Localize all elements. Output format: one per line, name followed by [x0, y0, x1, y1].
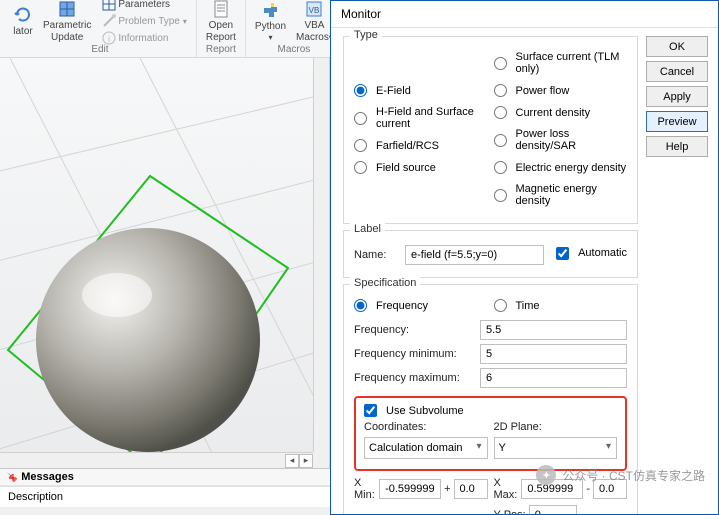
xmax-off-input[interactable] [593, 479, 627, 499]
spec-legend: Specification [350, 277, 420, 289]
scroll-right-icon[interactable]: ▸ [299, 454, 313, 468]
description-tab[interactable]: Description [0, 486, 330, 507]
python-icon [260, 0, 280, 20]
fmin-label: Frequency minimum: [354, 348, 474, 360]
radio-farfield[interactable]: Farfield/RCS [354, 139, 488, 152]
parameters-button[interactable]: Parameters [98, 0, 190, 12]
radio-hfield[interactable]: H-Field and Surface current [354, 106, 488, 130]
radio-fieldsource[interactable]: Field source [354, 161, 488, 174]
monitor-dialog: Monitor Type E-Field H-Field and Surface… [330, 0, 719, 515]
radio-surfcur[interactable]: Surface current (TLM only) [494, 51, 628, 75]
radio-powerloss[interactable]: Power loss density/SAR [494, 128, 628, 152]
xmax-label: X Max: [494, 477, 519, 501]
open-report-button[interactable]: Open Report [203, 0, 239, 43]
coords-select[interactable] [364, 437, 488, 459]
problem-type-button[interactable]: Problem Type▾ [98, 13, 190, 29]
xmax-input[interactable] [521, 479, 583, 499]
python-button[interactable]: Python▾ [252, 0, 289, 42]
freq-label: Frequency: [354, 324, 474, 336]
parameters-label: Parameters [118, 0, 170, 10]
viewport-scroll-h[interactable]: ◂ ▸ [0, 452, 313, 468]
name-label: Name: [354, 249, 399, 261]
macros-caption: Macros [277, 44, 310, 55]
fmax-label: Frequency maximum: [354, 372, 474, 384]
help-button[interactable]: Help [646, 136, 708, 157]
radio-time[interactable]: Time [494, 299, 628, 312]
spec-group: Specification Frequency Time Frequency: … [343, 284, 638, 514]
python-label: Python [255, 21, 286, 32]
open-label: Open [209, 20, 233, 31]
dialog-title: Monitor [331, 1, 718, 28]
simulator-label: lator [13, 26, 32, 37]
fmin-input[interactable] [480, 344, 627, 364]
messages-panel: 📌 Messages Description [0, 468, 330, 507]
parametric-update-button[interactable]: Parametric Update [40, 0, 94, 43]
ok-button[interactable]: OK [646, 36, 708, 57]
ribbon-group-edit: lator Parametric Update Parameters Probl… [4, 0, 197, 57]
xmin-input[interactable] [379, 479, 441, 499]
fmax-input[interactable] [480, 368, 627, 388]
automatic-checkbox[interactable]: Automatic [556, 247, 627, 260]
document-icon [211, 0, 231, 19]
ypos-input[interactable] [529, 505, 577, 514]
vba-label1: VBA [304, 20, 324, 31]
radio-menergy[interactable]: Magnetic energy density [494, 183, 628, 207]
freq-input[interactable] [480, 320, 627, 340]
radio-powerflow[interactable]: Power flow [494, 84, 628, 97]
param-label2: Update [51, 32, 83, 43]
report-caption: Report [206, 44, 236, 55]
coords-label: Coordinates: [364, 421, 488, 433]
information-label: Information [118, 33, 168, 44]
subvolume-highlight: Use Subvolume Coordinates: 2D Plane: [354, 396, 627, 471]
problem-type-label: Problem Type [118, 16, 180, 27]
radio-curdens[interactable]: Current density [494, 106, 628, 119]
information-button[interactable]: i Information [98, 30, 190, 46]
name-input[interactable] [405, 245, 544, 265]
table-icon [57, 0, 77, 19]
refresh-icon [13, 5, 33, 25]
type-group: Type E-Field H-Field and Surface current… [343, 36, 638, 224]
ypos-label: Y Pos: [494, 509, 526, 514]
wand-icon [101, 13, 117, 29]
svg-text:VB: VB [309, 6, 320, 15]
vba-label2: Macros [296, 32, 329, 43]
vba-icon: VB [304, 0, 324, 19]
param-label1: Parametric [43, 20, 91, 31]
ribbon-group-report: Open Report Report [197, 0, 246, 57]
scroll-left-icon[interactable]: ◂ [285, 454, 299, 468]
viewport-scroll-v[interactable] [313, 58, 329, 452]
cancel-button[interactable]: Cancel [646, 61, 708, 82]
preview-button[interactable]: Preview [646, 111, 708, 132]
xmin-label: X Min: [354, 477, 376, 501]
label-legend: Label [350, 223, 385, 235]
simulator-button[interactable]: lator [10, 5, 36, 37]
messages-title: Messages [21, 471, 74, 483]
type-legend: Type [350, 29, 382, 41]
viewport-scene [0, 58, 330, 468]
viewport-corner [313, 452, 329, 468]
radio-eenergy[interactable]: Electric energy density [494, 161, 628, 174]
label-group: Label Name: Automatic [343, 230, 638, 278]
xmin-off-input[interactable] [454, 479, 488, 499]
ribbon-group-macros: Python▾ VB VBA Macros▾ Macros [246, 0, 342, 57]
radio-efield[interactable]: E-Field [354, 84, 488, 97]
svg-text:i: i [108, 34, 110, 44]
plane2d-select[interactable] [494, 437, 618, 459]
3d-viewport[interactable]: ◂ ▸ [0, 58, 330, 468]
grid-icon [101, 0, 117, 12]
radio-frequency[interactable]: Frequency [354, 299, 488, 312]
pin-icon[interactable]: 📌 [6, 471, 17, 482]
use-subvolume-checkbox[interactable]: Use Subvolume [364, 404, 617, 417]
plane2d-label: 2D Plane: [494, 421, 618, 433]
report-sub: Report [206, 32, 236, 43]
edit-caption: Edit [91, 44, 108, 55]
apply-button[interactable]: Apply [646, 86, 708, 107]
